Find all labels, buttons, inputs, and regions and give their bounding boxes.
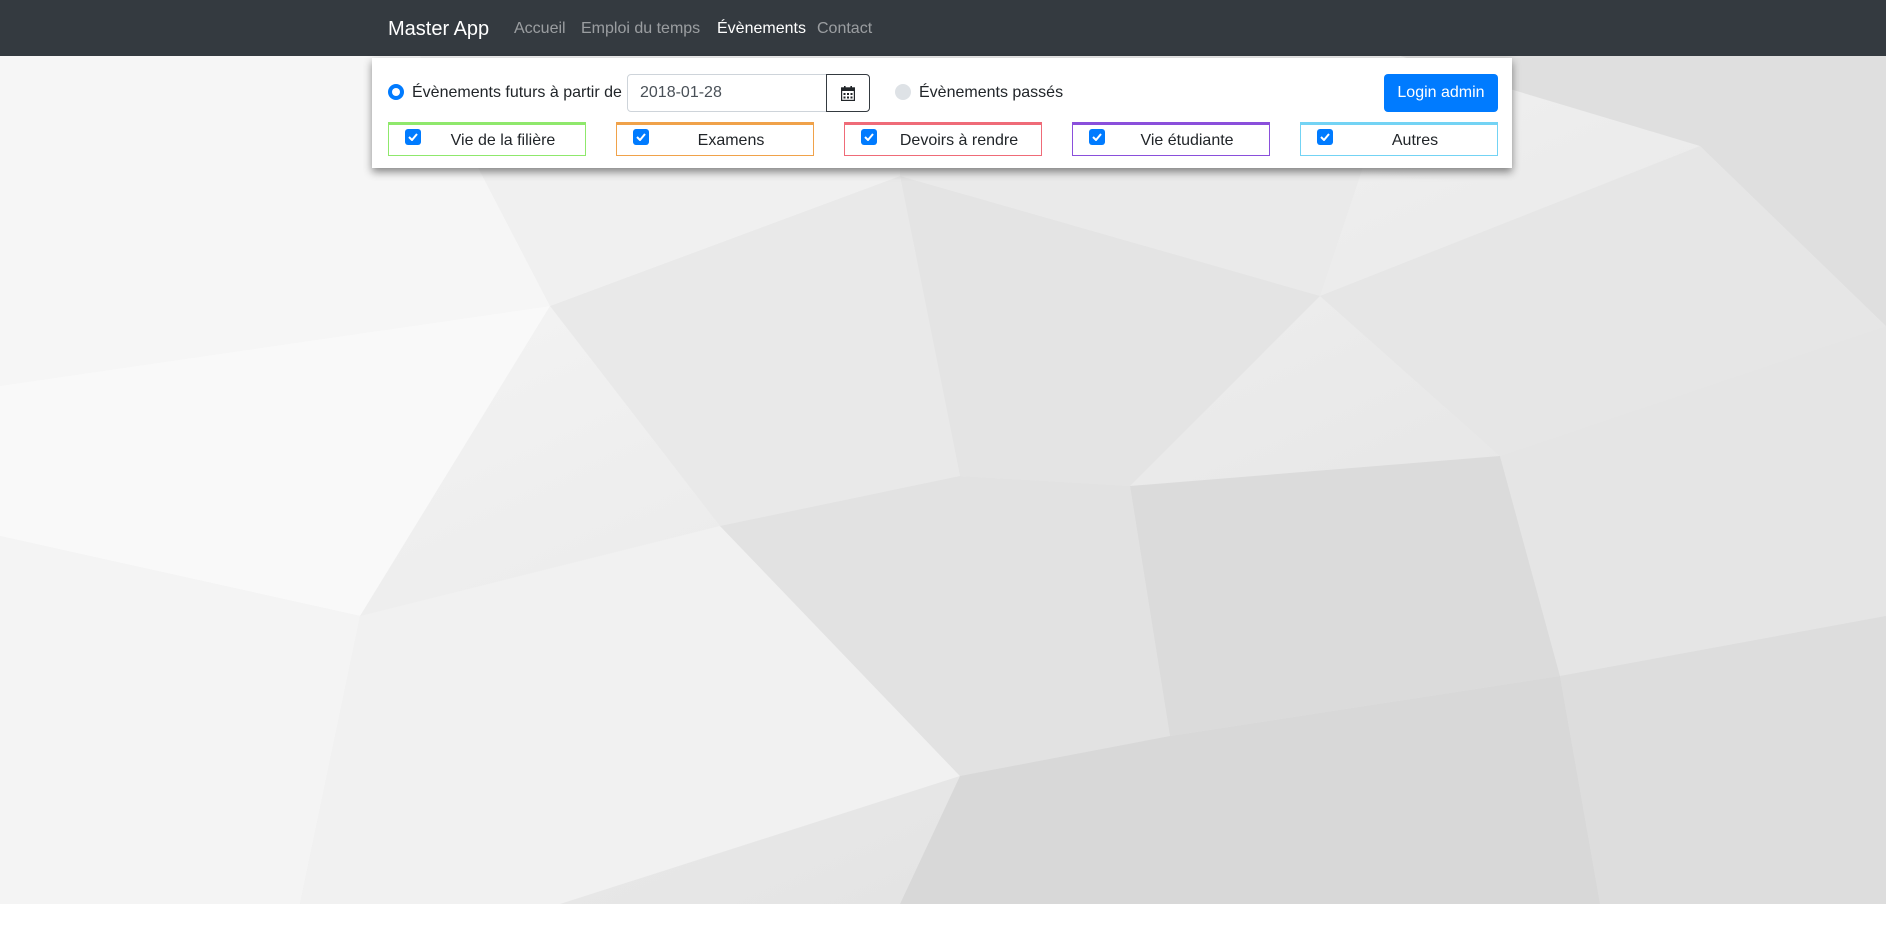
nav-link-contact[interactable]: Contact bbox=[817, 19, 872, 39]
past-events-radio[interactable] bbox=[895, 84, 911, 100]
filter-label: Autres bbox=[1391, 132, 1439, 149]
category-color-bar bbox=[844, 122, 1042, 125]
category-color-bar bbox=[388, 122, 586, 125]
checkbox-icon[interactable] bbox=[1089, 129, 1105, 145]
brand-logo[interactable]: Master App bbox=[388, 16, 489, 42]
category-color-bar bbox=[1300, 122, 1498, 125]
category-color-bar bbox=[616, 122, 814, 125]
future-events-label: Évènements futurs à partir de bbox=[412, 84, 622, 101]
filter-vie-de-la-filiere[interactable]: Vie de la filière bbox=[388, 122, 586, 156]
start-date-input[interactable] bbox=[627, 74, 827, 112]
checkbox-icon[interactable] bbox=[405, 129, 421, 145]
checkbox-icon[interactable] bbox=[633, 129, 649, 145]
nav-link-emploi-du-temps[interactable]: Emploi du temps bbox=[581, 19, 700, 39]
nav-link-evenements[interactable]: Évènements bbox=[717, 19, 806, 39]
nav-link-accueil[interactable]: Accueil bbox=[514, 19, 566, 39]
filter-vie-etudiante[interactable]: Vie étudiante bbox=[1072, 122, 1270, 156]
checkbox-icon[interactable] bbox=[1317, 129, 1333, 145]
past-events-label: Évènements passés bbox=[919, 84, 1064, 101]
background-pattern bbox=[0, 56, 1886, 904]
filter-devoirs-a-rendre[interactable]: Devoirs à rendre bbox=[844, 122, 1042, 156]
events-filter-panel: Évènements futurs à partir de Évènements… bbox=[372, 58, 1512, 168]
filter-label: Devoirs à rendre bbox=[899, 132, 1019, 149]
category-color-bar bbox=[1072, 122, 1270, 125]
filter-autres[interactable]: Autres bbox=[1300, 122, 1498, 156]
calendar-button[interactable] bbox=[826, 74, 870, 112]
navbar: Master App Accueil Emploi du temps Évène… bbox=[0, 0, 1886, 56]
filter-label: Examens bbox=[697, 132, 765, 149]
future-events-radio[interactable] bbox=[388, 84, 404, 100]
checkbox-icon[interactable] bbox=[861, 129, 877, 145]
calendar-icon bbox=[841, 85, 855, 101]
filter-label: Vie de la filière bbox=[450, 132, 556, 149]
login-admin-button[interactable]: Login admin bbox=[1384, 74, 1498, 112]
filter-examens[interactable]: Examens bbox=[616, 122, 814, 156]
filter-label: Vie étudiante bbox=[1140, 132, 1234, 149]
